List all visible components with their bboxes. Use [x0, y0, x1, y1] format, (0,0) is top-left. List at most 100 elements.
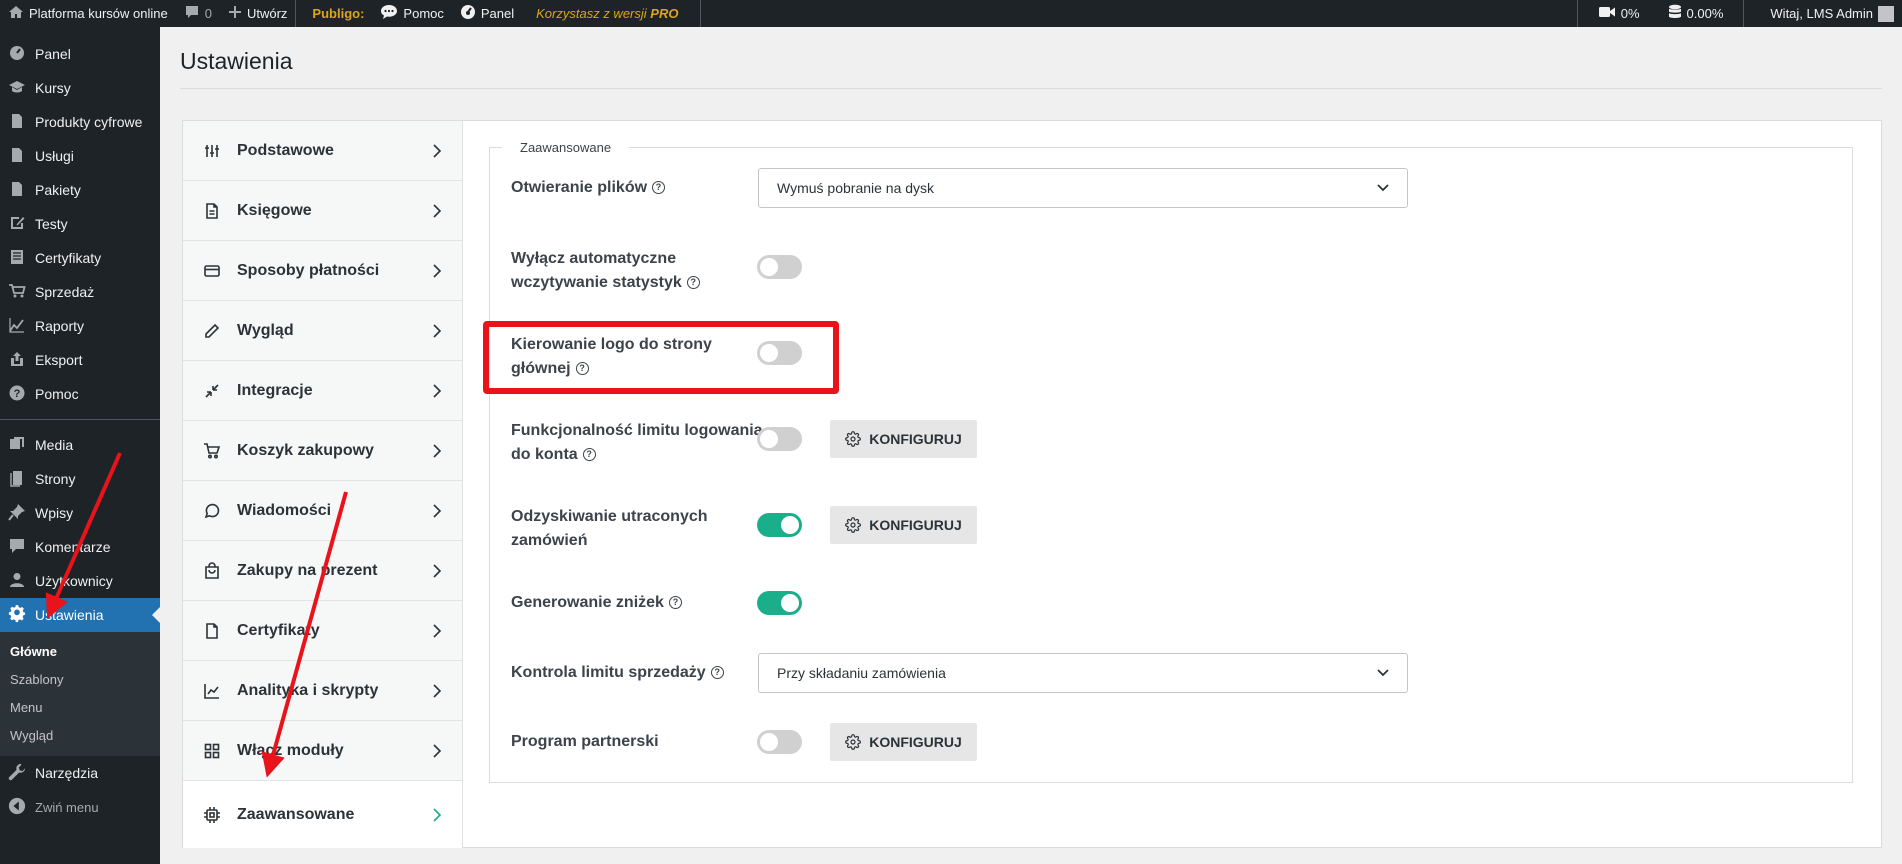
chevron-right-icon [433, 563, 442, 578]
sidebar-item-ustawienia[interactable]: Ustawienia [0, 598, 160, 632]
help-icon[interactable]: ? [710, 666, 724, 679]
new-content-label: Utwórz [246, 6, 288, 21]
settings-nav-ksiegowe[interactable]: Księgowe [183, 181, 462, 241]
file-opening-select[interactable]: Wymuś pobranie na dysk [758, 168, 1408, 208]
fieldset-legend: Zaawansowane [502, 140, 630, 155]
gear-icon [8, 604, 26, 626]
submenu-item-wyglad[interactable]: Wygląd [0, 722, 160, 750]
home-icon [8, 4, 24, 23]
settings-nav-zakupy-na-prezent[interactable]: Zakupy na prezent [183, 541, 462, 601]
settings-nav-wlacz-moduly[interactable]: Włącz moduły [183, 721, 462, 781]
collapse-arrow-icon [8, 797, 26, 818]
list-icon [8, 248, 26, 269]
settings-nav-wiadomosci[interactable]: Wiadomości [183, 481, 462, 541]
storage-usage-value: 0.00% [1686, 6, 1724, 21]
sidebar-menu-bottom: Media Strony Wpisy Komentarze Użytkownicy [0, 428, 160, 598]
new-content-link[interactable]: Utwórz [220, 0, 295, 27]
submenu-item-szablony[interactable]: Szablony [0, 666, 160, 694]
settings-nav-label: Wiadomości [237, 501, 332, 519]
export-icon [8, 350, 26, 371]
sidebar-menu-top: Panel Kursy Produkty cyfrowe Usługi Pakiety T… [0, 37, 160, 411]
sidebar-item-label: Raporty [35, 318, 85, 334]
sidebar-item-pomoc[interactable]: ? Pomoc [0, 377, 160, 411]
publigo-menu: Publigo: [296, 0, 372, 27]
sidebar-item-uslugi[interactable]: Usługi [0, 139, 160, 173]
sidebar-item-raporty[interactable]: Raporty [0, 309, 160, 343]
sidebar-item-panel[interactable]: Panel [0, 37, 160, 71]
disable-stats-toggle[interactable] [757, 255, 802, 279]
affiliate-configure-button[interactable]: KONFIGURUJ [830, 723, 977, 761]
help-icon[interactable]: ? [668, 596, 682, 609]
settings-nav-sposoby-platnosci[interactable]: Sposoby płatności [183, 241, 462, 301]
submenu-item-glowne[interactable]: Główne [0, 638, 160, 666]
sidebar-item-produkty-cyfrowe[interactable]: Produkty cyfrowe [0, 105, 160, 139]
gift-bag-icon [205, 561, 219, 579]
sidebar-separator [0, 419, 160, 420]
video-camera-icon [1598, 5, 1616, 22]
settings-panel: Podstawowe Księgowe Sposoby płatności Wyglą… [182, 120, 1882, 848]
sidebar-item-media[interactable]: Media [0, 428, 160, 462]
sidebar-item-pakiety[interactable]: Pakiety [0, 173, 160, 207]
admin-bar: Platforma kursów online 0 Utwórz Publigo… [0, 0, 1902, 27]
help-icon[interactable]: ? [686, 276, 700, 289]
sidebar-item-sprzedaz[interactable]: Sprzedaż [0, 275, 160, 309]
settings-nav-podstawowe[interactable]: Podstawowe [183, 121, 462, 181]
recover-orders-toggle[interactable] [757, 513, 802, 537]
help-link[interactable]: Pomoc [372, 0, 451, 27]
sidebar-item-testy[interactable]: Testy [0, 207, 160, 241]
comments-link[interactable]: 0 [176, 0, 220, 27]
storage-usage[interactable]: 0.00% [1654, 0, 1744, 27]
recover-orders-configure-button[interactable]: KONFIGURUJ [830, 506, 977, 544]
panel-link[interactable]: Panel [452, 0, 522, 27]
settings-nav-label: Włącz moduły [237, 741, 344, 759]
settings-nav-label: Certyfikaty [237, 621, 320, 639]
login-limit-configure-button[interactable]: KONFIGURUJ [830, 420, 977, 458]
chevron-right-icon [433, 143, 442, 158]
video-usage[interactable]: 0% [1578, 0, 1654, 27]
settings-nav: Podstawowe Księgowe Sposoby płatności Wyglą… [183, 121, 463, 848]
settings-nav-wyglad[interactable]: Wygląd [183, 301, 462, 361]
sidebar-item-strony[interactable]: Strony [0, 462, 160, 496]
chevron-right-icon [433, 743, 442, 758]
sidebar-item-kursy[interactable]: Kursy [0, 71, 160, 105]
advanced-fieldset: Zaawansowane Otwieranie plików? Wymuś po… [489, 140, 1853, 783]
discounts-toggle[interactable] [757, 591, 802, 615]
settings-nav-koszyk-zakupowy[interactable]: Koszyk zakupowy [183, 421, 462, 481]
sidebar-item-certyfikaty[interactable]: Certyfikaty [0, 241, 160, 275]
settings-nav-certyfikaty[interactable]: Certyfikaty [183, 601, 462, 661]
site-name-link[interactable]: Platforma kursów online [0, 0, 176, 27]
chevron-right-icon [433, 623, 442, 638]
cart-icon [8, 282, 26, 303]
sidebar-item-uzytkownicy[interactable]: Użytkownicy [0, 564, 160, 598]
sidebar-item-label: Komentarze [35, 539, 111, 555]
affiliate-toggle[interactable] [757, 730, 802, 754]
chevron-right-icon [433, 323, 442, 338]
sidebar-item-label: Certyfikaty [35, 250, 102, 266]
sidebar-item-eksport[interactable]: Eksport [0, 343, 160, 377]
sidebar-item-label: Strony [35, 471, 76, 487]
sales-limit-select[interactable]: Przy składaniu zamówienia [758, 653, 1408, 693]
collapse-menu-button[interactable]: Zwiń menu [0, 790, 160, 824]
sidebar-item-label: Kursy [35, 80, 71, 96]
sidebar-item-label: Pakiety [35, 182, 81, 198]
help-icon[interactable]: ? [582, 448, 596, 461]
discounts-label: Generowanie zniżek? [511, 591, 682, 615]
sidebar-item-komentarze[interactable]: Komentarze [0, 530, 160, 564]
settings-nav-zaawansowane[interactable]: Zaawansowane [183, 781, 462, 848]
sidebar-item-narzedzia[interactable]: Narzędzia [0, 756, 160, 790]
account-menu[interactable]: Witaj, LMS Admin [1744, 0, 1902, 27]
login-limit-toggle[interactable] [757, 427, 802, 451]
sidebar-item-wpisy[interactable]: Wpisy [0, 496, 160, 530]
title-divider [180, 88, 1882, 89]
settings-nav-integracje[interactable]: Integracje [183, 361, 462, 421]
settings-nav-label: Analityka i skrypty [237, 681, 379, 699]
chevron-right-icon [433, 443, 442, 458]
line-chart-icon [204, 683, 219, 699]
help-icon[interactable]: ? [652, 181, 666, 194]
settings-nav-label: Koszyk zakupowy [237, 441, 374, 459]
dashboard-gauge-icon [460, 4, 476, 23]
gauge-icon [8, 44, 26, 65]
settings-nav-analityka-i-skrypty[interactable]: Analityka i skrypty [183, 661, 462, 721]
submenu-item-menu[interactable]: Menu [0, 694, 160, 722]
gear-icon [845, 431, 862, 447]
